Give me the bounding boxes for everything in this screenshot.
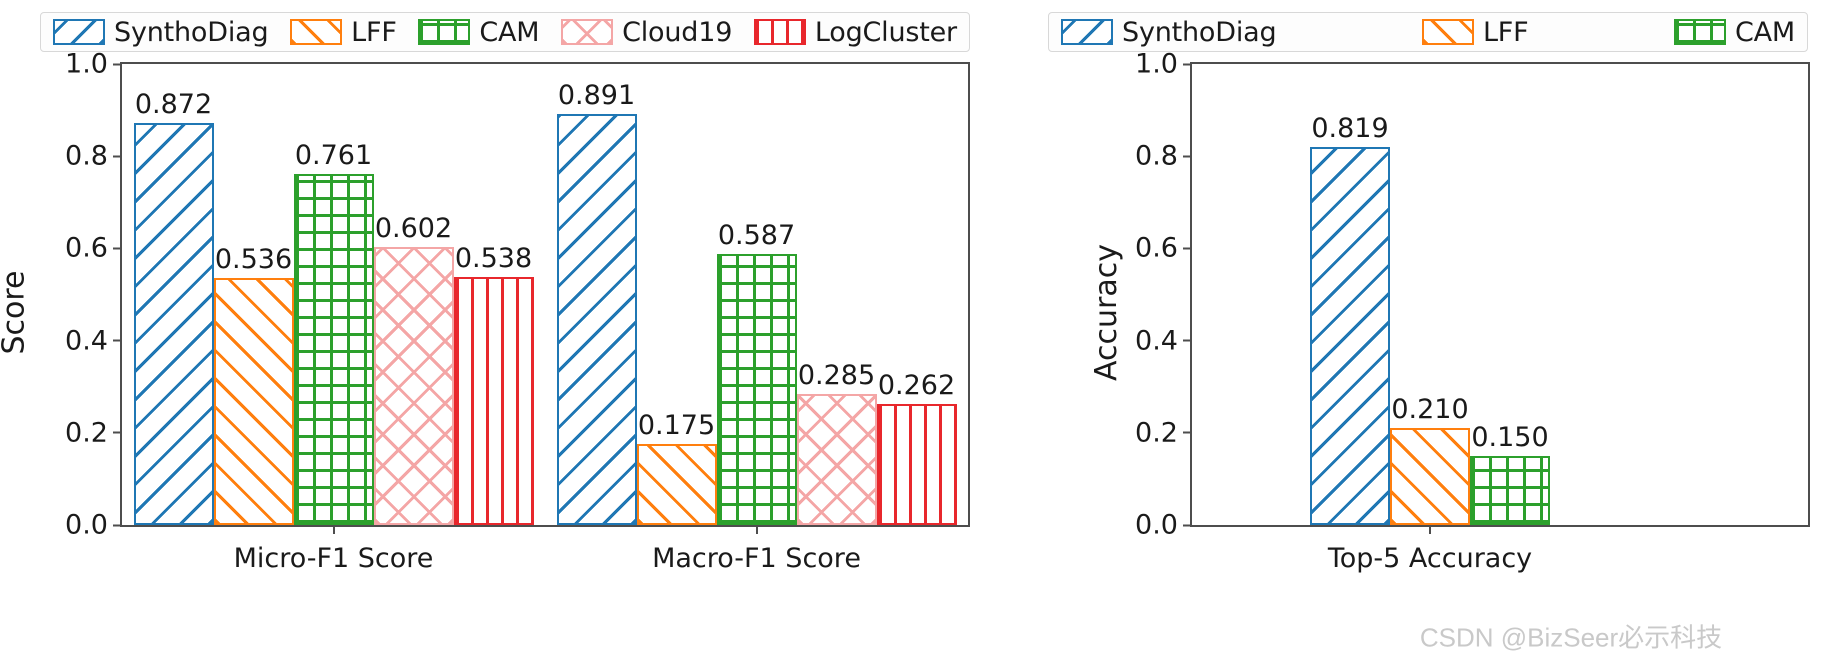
right-y-tick-label: 0.4 [1135,325,1192,356]
left-y-tick-label: 0.0 [65,510,122,541]
left-legend-item-logcluster[interactable]: LogCluster [753,16,957,48]
bar-value-label: 0.587 [717,220,796,252]
bar-value-label: 0.285 [797,359,876,391]
left-x-tick-mark [332,525,335,534]
bar-cloud19-micro-f1-score: 0.602 [373,213,454,525]
left-legend-label: LFF [351,16,397,48]
left-legend-swatch-lff-icon [290,19,343,45]
bar-cam-macro-f1-score: 0.587 [716,220,797,525]
right-chart-plot-area: 0.0 0.2 0.4 0.6 0.8 1.0 0.819 0.210 0.150 Top-5 A… [1135,49,1810,574]
bar-synthodiag-top-5-accuracy: 0.819 [1310,113,1390,525]
csdn-watermark: CSDN @BizSeer必示科技 [1419,622,1723,653]
right-legend-item-synthodiag[interactable]: SynthoDiag [1061,16,1277,48]
bar-synthodiag-macro-f1-score: 0.891 [556,80,637,525]
right-chart-y-axis-label: Accuracy [1088,244,1124,381]
right-legend-label: LFF [1482,16,1529,48]
right-legend-item-cam[interactable]: CAM [1673,16,1795,48]
bar-cam-top-5-accuracy: 0.150 [1470,422,1550,525]
left-chart-panel: SynthoDiag LFF CAM Cloud19 LogCluster 0.0 0.2… [0,0,1000,672]
bar-lff-top-5-accuracy: 0.210 [1390,394,1470,525]
bar-lff-micro-f1-score: 0.536 [213,244,294,525]
left-chart-plot-area: 0.0 0.2 0.4 0.6 0.8 1.0 0.872 0.536 0.761 0.602 0.… [65,49,970,574]
right-legend-label: CAM [1734,16,1795,48]
bar-value-label: 0.891 [557,80,636,112]
bar-logcluster-macro-f1-score: 0.262 [876,370,957,525]
bar-value-label: 0.210 [1391,394,1469,426]
right-chart-panel: SynthoDiag LFF CAM 0.0 0.2 0.4 0.6 0.8 1.0 0.819… [1000,0,1836,672]
right-legend-label: SynthoDiag [1122,16,1277,48]
right-chart-legend: SynthoDiag LFF CAM [1048,12,1808,52]
left-y-tick-label: 0.2 [65,417,122,448]
right-y-tick-label: 0.8 [1135,141,1192,172]
right-legend-swatch-synthodiag-icon [1061,19,1113,45]
bar-value-label: 0.175 [637,410,716,442]
left-chart-legend: SynthoDiag LFF CAM Cloud19 LogCluster [40,12,970,52]
left-y-tick-label: 0.6 [65,233,122,264]
left-legend-label: LogCluster [814,16,957,48]
left-x-tick-label: Macro-F1 Score [652,543,861,574]
left-legend-label: CAM [479,16,540,48]
left-legend-swatch-cloud19-icon [561,19,614,45]
left-chart-y-axis-label: Score [0,270,32,355]
right-legend-swatch-lff-icon [1421,19,1474,45]
bar-cloud19-macro-f1-score: 0.285 [796,360,877,525]
figure-root: SynthoDiag LFF CAM Cloud19 LogCluster 0.0 0.2… [0,0,1836,672]
right-y-tick-label: 0.0 [1135,510,1192,541]
right-y-tick-label: 1.0 [1135,49,1192,80]
bar-value-label: 0.538 [454,242,533,274]
bar-value-label: 0.819 [1311,113,1389,145]
right-y-tick-label: 0.6 [1135,233,1192,264]
left-x-tick-mark [755,525,758,534]
left-y-tick-label: 1.0 [65,49,122,80]
left-legend-swatch-logcluster-icon [753,19,806,45]
bar-value-label: 0.536 [214,243,293,275]
bar-value-label: 0.262 [877,370,956,402]
right-legend-swatch-cam-icon [1673,19,1726,45]
left-legend-item-cam[interactable]: CAM [418,16,540,48]
left-legend-label: SynthoDiag [114,16,269,48]
right-y-tick-label: 0.2 [1135,417,1192,448]
bar-lff-macro-f1-score: 0.175 [636,410,717,525]
right-x-tick-label: Top-5 Accuracy [1327,543,1533,574]
right-legend-item-lff[interactable]: LFF [1421,16,1529,48]
left-legend-item-synthodiag[interactable]: SynthoDiag [53,16,269,48]
left-y-tick-label: 0.4 [65,325,122,356]
left-legend-swatch-cam-icon [418,19,471,45]
bar-cam-micro-f1-score: 0.761 [293,140,374,525]
right-x-tick-mark [1429,525,1431,534]
left-legend-item-cloud19[interactable]: Cloud19 [561,17,732,48]
left-x-tick-label: Micro-F1 Score [233,543,434,574]
left-legend-item-lff[interactable]: LFF [290,17,397,48]
bar-value-label: 0.150 [1471,421,1549,453]
left-legend-swatch-synthodiag-icon [53,19,105,45]
bar-synthodiag-micro-f1-score: 0.872 [133,89,214,525]
left-legend-label: Cloud19 [622,16,733,48]
bar-value-label: 0.602 [374,213,453,245]
bar-value-label: 0.761 [294,140,373,172]
bar-value-label: 0.872 [134,89,213,121]
bar-logcluster-micro-f1-score: 0.538 [453,243,534,525]
left-y-tick-label: 0.8 [65,141,122,172]
